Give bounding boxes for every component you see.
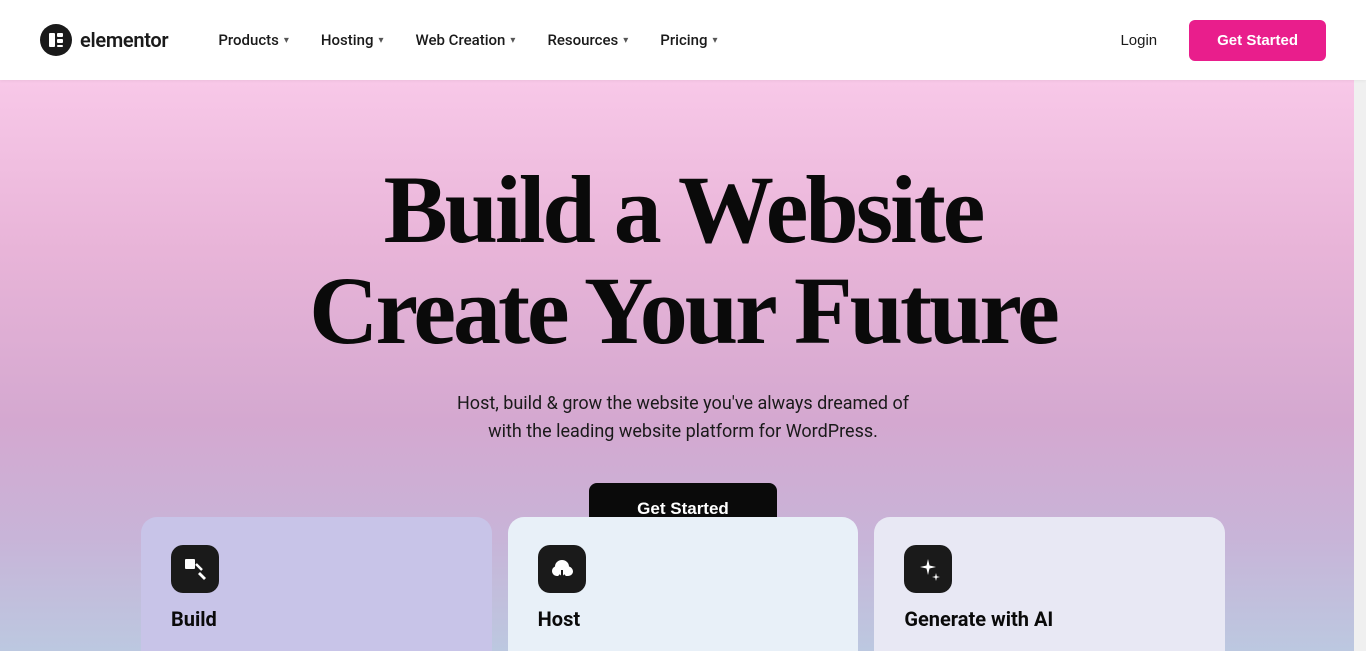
build-icon — [171, 545, 219, 593]
navbar-left: elementor Products ▾ Hosting ▾ Web Creat… — [40, 23, 732, 57]
ai-card[interactable]: Generate with AI — [874, 517, 1225, 651]
logo[interactable]: elementor — [40, 24, 168, 56]
host-card-label: Host — [538, 607, 580, 631]
login-button[interactable]: Login — [1104, 24, 1173, 57]
hero-subtitle: Host, build & grow the website you've al… — [457, 390, 909, 448]
feature-cards-row: Build Host Generate with AI — [133, 517, 1233, 651]
host-icon — [538, 545, 586, 593]
hero-title: Build a Website Create Your Future — [309, 160, 1057, 362]
hosting-chevron-icon: ▾ — [378, 35, 383, 46]
nav-item-hosting[interactable]: Hosting ▾ — [307, 23, 398, 57]
ai-card-label: Generate with AI — [904, 607, 1053, 631]
hero-title-line1: Build a Website — [384, 156, 983, 263]
build-card[interactable]: Build — [141, 517, 492, 651]
navbar: elementor Products ▾ Hosting ▾ Web Creat… — [0, 0, 1366, 80]
nav-item-resources[interactable]: Resources ▾ — [533, 23, 642, 57]
hero-title-line2: Create Your Future — [309, 257, 1057, 364]
nav-item-products[interactable]: Products ▾ — [204, 23, 303, 57]
logo-text: elementor — [80, 28, 168, 52]
web-creation-chevron-icon: ▾ — [510, 35, 515, 46]
nav-menu: Products ▾ Hosting ▾ Web Creation ▾ Reso… — [204, 23, 731, 57]
build-card-label: Build — [171, 607, 217, 631]
scrollbar[interactable] — [1354, 0, 1366, 651]
products-chevron-icon: ▾ — [284, 35, 289, 46]
ai-icon — [904, 545, 952, 593]
nav-item-pricing[interactable]: Pricing ▾ — [646, 23, 731, 57]
elementor-logo-icon — [40, 24, 72, 56]
resources-chevron-icon: ▾ — [623, 35, 628, 46]
pricing-chevron-icon: ▾ — [713, 35, 718, 46]
host-card[interactable]: Host — [508, 517, 859, 651]
navbar-right: Login Get Started — [1104, 20, 1326, 61]
nav-item-web-creation[interactable]: Web Creation ▾ — [401, 23, 529, 57]
get-started-nav-button[interactable]: Get Started — [1189, 20, 1326, 61]
hero-section: Build a Website Create Your Future Host,… — [0, 80, 1366, 651]
